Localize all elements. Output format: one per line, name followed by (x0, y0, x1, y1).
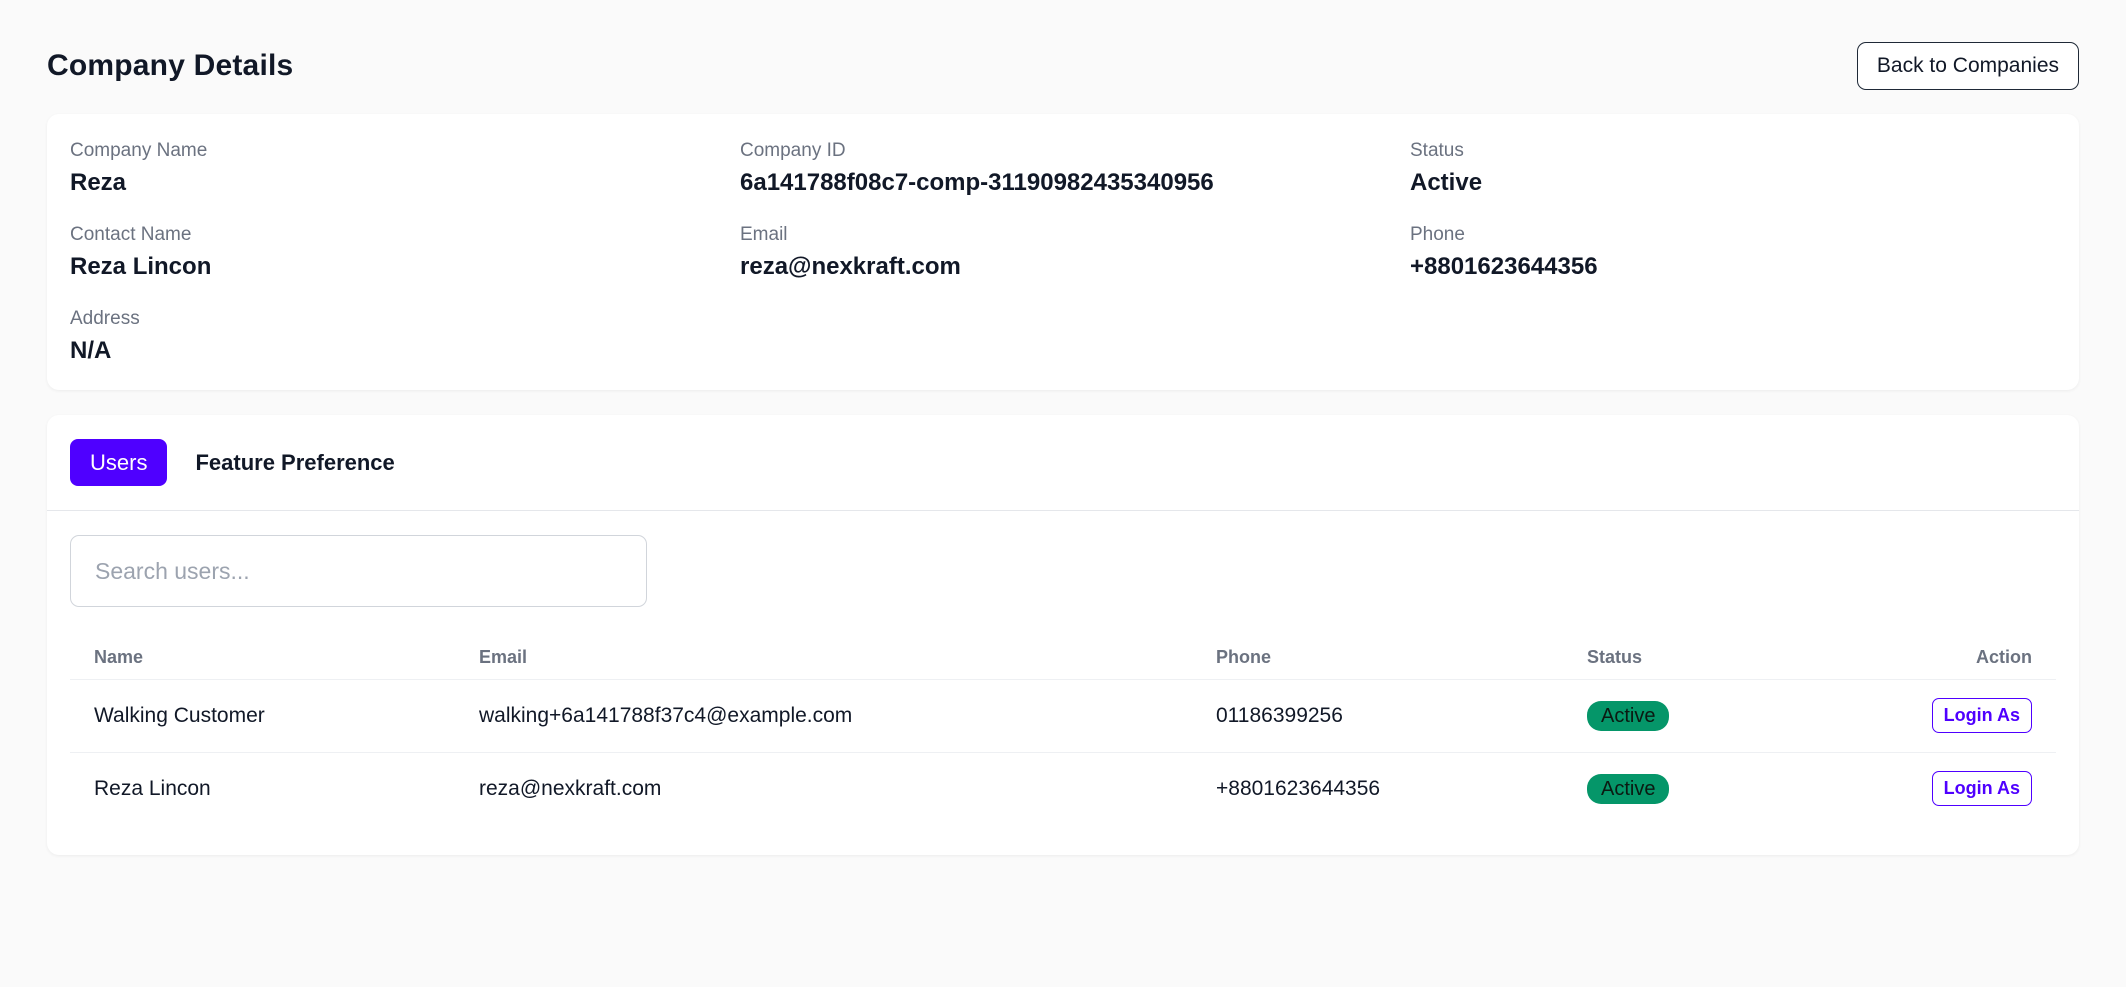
company-info-card: Company Name Reza Company ID 6a141788f08… (47, 114, 2079, 390)
email-field: Email reza@nexkraft.com (740, 222, 1410, 306)
company-id-value: 6a141788f08c7-comp-31190982435340956 (740, 169, 1214, 196)
tab-feature-preference[interactable]: Feature Preference (175, 439, 414, 486)
user-email-cell: reza@nexkraft.com (479, 776, 662, 800)
column-header-name[interactable]: Name (70, 637, 455, 680)
table-row: Reza Lincon reza@nexkraft.com +880162364… (70, 752, 2056, 825)
user-name-cell: Reza Lincon (94, 776, 211, 800)
field-label: Phone (1410, 224, 1465, 245)
phone-field: Phone +8801623644356 (1410, 222, 2056, 306)
user-action-cell: Login As (1823, 679, 2056, 753)
user-email-cell: walking+6a141788f37c4@example.com (455, 679, 1192, 753)
company-name-field: Company Name Reza (70, 138, 740, 222)
users-table: Name Email Phone Status Action Walking C… (70, 637, 2056, 825)
login-as-button[interactable]: Login As (1931, 771, 2032, 807)
field-label: Status (1410, 140, 1464, 161)
field-label: Contact Name (70, 224, 192, 245)
company-details-page: Company Details Back to Companies Compan… (0, 0, 2126, 987)
user-phone-cell: 01186399256 (1192, 679, 1563, 753)
phone-value: +8801623644356 (1410, 253, 1598, 280)
user-phone-cell: +8801623644356 (1216, 776, 1381, 800)
user-status-cell: Active (1563, 752, 1823, 825)
user-name-cell: Walking Customer (70, 679, 455, 753)
email-value: reza@nexkraft.com (740, 253, 961, 280)
column-header-status[interactable]: Status (1563, 637, 1823, 680)
field-label: Email (740, 224, 788, 245)
users-tab-content: Name Email Phone Status Action Walking C… (47, 511, 2079, 825)
user-action-cell: Login As (1823, 752, 2056, 825)
users-panel: Users Feature Preference Name Email Phon… (47, 415, 2079, 855)
field-label: Address (70, 308, 140, 329)
table-header-row: Name Email Phone Status Action (70, 637, 2056, 680)
column-header-action: Action (1823, 637, 2056, 680)
page-title: Company Details (47, 49, 294, 82)
company-id-field: Company ID 6a141788f08c7-comp-3119098243… (740, 138, 1410, 222)
tab-users[interactable]: Users (70, 439, 168, 486)
tab-bar: Users Feature Preference (47, 415, 2079, 511)
column-header-phone[interactable]: Phone (1192, 637, 1563, 680)
status-field: Status Active (1410, 138, 2056, 222)
company-name-value: Reza (70, 169, 127, 196)
contact-name-field: Contact Name Reza Lincon (70, 222, 740, 306)
field-label: Company ID (740, 140, 846, 161)
address-value: N/A (70, 337, 112, 364)
field-label: Company Name (70, 140, 208, 161)
status-badge: Active (1587, 773, 1670, 804)
page-header: Company Details Back to Companies (47, 0, 2079, 112)
status-badge: Active (1587, 700, 1670, 731)
status-value: Active (1410, 169, 1483, 196)
user-status-cell: Active (1563, 679, 1823, 753)
search-users-input[interactable] (70, 535, 647, 607)
contact-name-value: Reza Lincon (70, 253, 212, 280)
back-to-companies-button[interactable]: Back to Companies (1856, 42, 2079, 90)
column-header-email[interactable]: Email (455, 637, 1192, 680)
table-row: Walking Customer walking+6a141788f37c4@e… (70, 679, 2056, 753)
login-as-button[interactable]: Login As (1931, 698, 2032, 733)
address-field: Address N/A (70, 306, 740, 390)
